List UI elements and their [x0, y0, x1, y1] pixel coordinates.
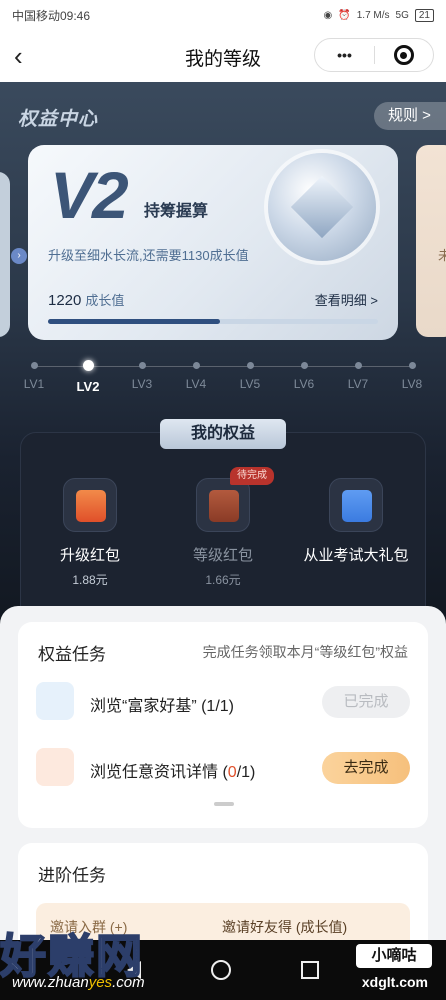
- level-marker-lv5[interactable]: LV5: [228, 356, 272, 391]
- progress-fill: [48, 319, 220, 324]
- level-marker-lv8[interactable]: LV8: [390, 356, 434, 391]
- benefit-value: 1.66元: [205, 573, 241, 587]
- task-name: 浏览“富家好基” (1/1): [90, 698, 235, 715]
- next-card-text: 未: [438, 248, 446, 263]
- benefit-level-redpacket[interactable]: 等级红包 1.66元: [163, 478, 283, 588]
- level-dot: [192, 362, 200, 369]
- level-marker-lv1[interactable]: LV1: [12, 356, 56, 391]
- level-dot: [246, 362, 254, 369]
- next-level-card[interactable]: 未: [416, 145, 446, 337]
- eye-icon: ◉: [323, 9, 333, 21]
- level-label: LV3: [131, 377, 153, 391]
- level-name: 持筹握算: [144, 203, 209, 220]
- level-marker-lv4[interactable]: LV4: [174, 356, 218, 391]
- upgrade-redpacket-icon: [63, 478, 117, 532]
- level-label: LV6: [293, 377, 315, 391]
- watermark-url: www.zhuanyes.com: [12, 974, 145, 991]
- level-marker-lv2[interactable]: LV2: [66, 356, 110, 394]
- more-button[interactable]: •••: [315, 47, 374, 63]
- level-track: LV1 LV2 LV3 LV4 LV5 LV6 LV7 LV8: [0, 356, 446, 396]
- view-detail-link[interactable]: 查看明细 >: [315, 290, 378, 309]
- level-label: LV4: [185, 377, 207, 391]
- growth-number: 1220: [48, 292, 82, 309]
- level-label: LV5: [239, 377, 261, 391]
- growth-value: 1220 成长值: [48, 290, 124, 309]
- task-completed-button[interactable]: 已完成: [322, 686, 410, 718]
- task-name: 浏览任意资讯详情 (0/1): [90, 764, 256, 781]
- growth-progress-bar: [48, 319, 378, 324]
- benefit-task-desc: 完成任务领取本月“等级红包”权益: [202, 644, 408, 660]
- level-dot: [82, 360, 94, 371]
- benefit-name: 从业考试大礼包: [303, 547, 409, 564]
- upgrade-hint: 升级至细水长流,还需要1130成长值: [48, 248, 249, 263]
- signal-icon: 5G: [395, 9, 409, 21]
- benefit-upgrade-redpacket[interactable]: 升级红包 1.88元: [30, 478, 150, 588]
- level-card: V2 持筹握算 升级至细水长流,还需要1130成长值 1220 成长值 查看明细 …: [28, 145, 398, 340]
- level-dot: [138, 362, 146, 369]
- benefit-task-title: 权益任务: [38, 645, 106, 664]
- benefit-name: 升级红包: [59, 547, 120, 564]
- recents-square-icon[interactable]: [301, 961, 319, 979]
- level-dot: [30, 362, 38, 369]
- document-icon: [36, 748, 74, 786]
- task-go-button[interactable]: 去完成: [322, 752, 410, 784]
- level-marker-lv7[interactable]: LV7: [336, 356, 380, 391]
- level-label: LV7: [347, 377, 369, 391]
- checklist-icon: [329, 478, 383, 532]
- pending-badge: 待完成: [230, 467, 274, 485]
- level-dot: [300, 362, 308, 369]
- advanced-item-right: 邀请好友得 (成长值): [222, 919, 348, 935]
- level-label: LV8: [401, 377, 423, 391]
- back-icon[interactable]: ‹: [14, 42, 38, 70]
- prev-level-card[interactable]: [0, 172, 10, 337]
- target-icon: [393, 45, 414, 65]
- benefit-task-card: 权益任务 完成任务领取本月“等级红包”权益 浏览“富家好基” (1/1) 已完成…: [18, 622, 428, 828]
- my-benefits-title: 我的权益: [160, 419, 286, 449]
- home-circle-icon[interactable]: [211, 960, 231, 980]
- level-dot: [354, 362, 362, 369]
- sheet-handle[interactable]: [214, 802, 234, 806]
- level-redpacket-icon: [196, 478, 250, 532]
- carrier-time: 中国移动09:46: [12, 8, 91, 23]
- benefit-center-title: 权益中心: [18, 109, 99, 130]
- level-badge: V2: [50, 158, 129, 232]
- net-speed: 1.7 M/s: [356, 9, 390, 21]
- chevron-right-icon[interactable]: ›: [11, 248, 27, 264]
- diamond-medal-icon: [268, 153, 376, 261]
- alarm-icon: ⏰: [338, 9, 351, 21]
- close-button[interactable]: [375, 45, 433, 65]
- status-icons: ◉ ⏰ 1.7 M/s 5G 21: [323, 8, 434, 22]
- paper-plane-icon: [36, 682, 74, 720]
- level-marker-lv6[interactable]: LV6: [282, 356, 326, 391]
- level-label: LV1: [23, 377, 45, 391]
- mini-program-capsule: •••: [314, 38, 434, 72]
- battery-icon: 21: [414, 8, 434, 22]
- advanced-task-title: 进阶任务: [38, 866, 106, 885]
- growth-unit: 成长值: [85, 293, 125, 308]
- level-marker-lv3[interactable]: LV3: [120, 356, 164, 391]
- benefit-name: 等级红包: [192, 547, 253, 564]
- watermark-site: xdglt.com: [361, 974, 428, 990]
- status-bar: 中国移动09:46 ◉ ⏰ 1.7 M/s 5G 21: [0, 0, 446, 30]
- benefit-value: 1.88元: [72, 573, 108, 587]
- nav-bar: ‹ 我的等级 •••: [0, 30, 446, 82]
- task-row: 浏览“富家好基” (1/1) 已完成: [36, 682, 410, 722]
- task-row: 浏览任意资讯详情 (0/1) 去完成: [36, 748, 410, 788]
- watermark-badge: 小嘀咕: [356, 944, 432, 968]
- rules-button[interactable]: 规则 >: [374, 102, 446, 130]
- benefit-exam-giftpack[interactable]: 从业考试大礼包: [296, 478, 416, 571]
- level-label: LV2: [76, 379, 100, 394]
- level-dot: [408, 362, 416, 369]
